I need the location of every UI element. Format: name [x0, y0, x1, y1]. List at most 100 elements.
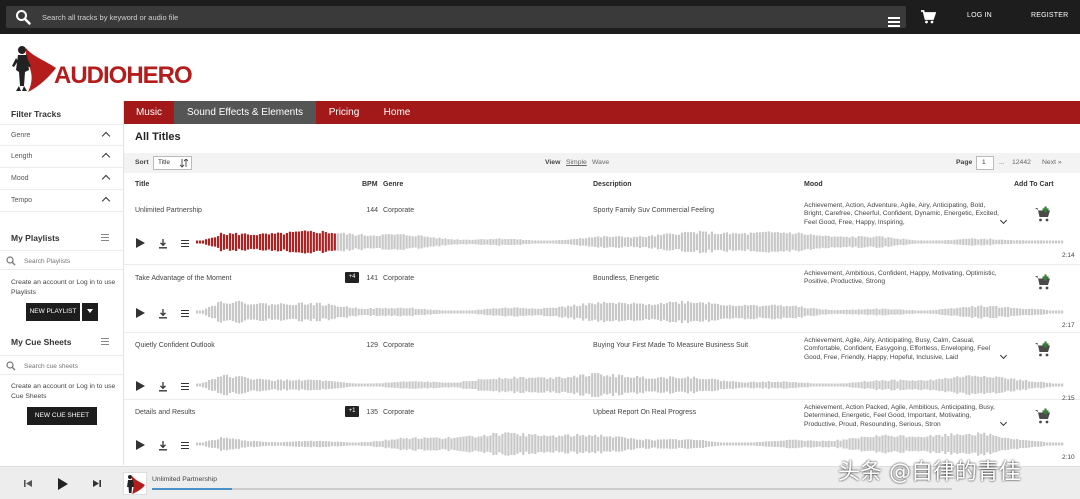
sort-label: Sort [135, 159, 149, 166]
filter-mood[interactable]: Mood [0, 168, 123, 190]
track-row[interactable]: Take Advantage of the Moment +4 141 Corpora… [124, 266, 1080, 333]
track-mood: Achievement, Action Packed, Agile, Ambit… [804, 404, 995, 428]
column-header-title[interactable]: Title [135, 181, 149, 188]
play-icon[interactable] [136, 440, 145, 450]
track-description: Buying Your First Made To Measure Busine… [593, 342, 749, 349]
sort-value: Title [158, 159, 171, 166]
next-page-link[interactable]: Next » [1042, 159, 1062, 166]
cuesheets-search[interactable] [0, 355, 123, 375]
add-to-cart-icon[interactable] [1034, 206, 1052, 222]
filter-label: Genre [11, 132, 31, 139]
add-to-cart-icon[interactable] [1034, 274, 1052, 290]
play-icon[interactable] [136, 308, 145, 318]
chevron-up-icon [101, 131, 111, 141]
audiohero-logo[interactable]: AUDIOHERO [10, 42, 193, 94]
filter-label: Mood [11, 175, 29, 182]
add-to-cart-icon[interactable] [1034, 408, 1052, 424]
download-icon[interactable] [158, 382, 168, 392]
play-icon[interactable] [58, 478, 68, 490]
add-to-cart-icon[interactable] [1034, 341, 1052, 357]
playlists-search[interactable] [0, 250, 123, 270]
column-header-description: Description [593, 181, 632, 188]
caret-down-icon [87, 309, 93, 313]
track-genre: Corporate [383, 342, 415, 349]
cuesheets-note: Create an account or Log in to use Cue S… [11, 383, 116, 400]
download-icon[interactable] [158, 441, 168, 451]
login-link[interactable]: LOG IN [967, 12, 992, 19]
track-duration: 2:10 [1062, 454, 1075, 461]
chevron-up-icon [101, 196, 111, 206]
new-playlist-dropdown-button[interactable] [82, 303, 98, 321]
track-title[interactable]: Details and Results [135, 409, 195, 416]
cart-icon[interactable] [920, 9, 936, 25]
waveform[interactable] [196, 230, 1064, 254]
sort-bar: Sort Title View Simple Wave Page 1 ... 1… [124, 153, 1080, 173]
filter-tempo[interactable]: Tempo [0, 190, 123, 212]
next-track-icon[interactable] [92, 479, 101, 488]
new-cue-sheet-button[interactable]: NEW CUE SHEET [27, 407, 97, 425]
register-link[interactable]: REGISTER [1031, 12, 1068, 19]
new-playlist-button[interactable]: NEW PLAYLIST [26, 303, 80, 321]
search-icon [6, 361, 16, 371]
download-icon[interactable] [158, 309, 168, 319]
chevron-up-icon [101, 152, 111, 162]
filter-label: Length [11, 153, 33, 160]
filter-genre[interactable]: Genre [0, 124, 123, 146]
filter-length[interactable]: Length [0, 146, 123, 168]
search-icon[interactable] [15, 9, 31, 25]
playlists-search-input[interactable] [24, 255, 114, 267]
track-duration: 2:17 [1062, 322, 1075, 329]
track-row[interactable]: Quietly Confident Outlook 129 Corporate Buy… [124, 333, 1080, 402]
view-wave-link[interactable]: Wave [592, 159, 609, 166]
hamburger-menu-icon[interactable] [888, 17, 900, 27]
tab-sound-effects[interactable]: Sound Effects & Elements [174, 101, 316, 124]
sort-select[interactable]: Title [153, 156, 192, 170]
track-mood: Achievement, Action, Adventure, Agile, A… [804, 202, 999, 226]
playlists-menu-icon[interactable] [101, 234, 109, 241]
search-input[interactable] [42, 10, 862, 24]
play-icon[interactable] [136, 238, 145, 248]
top-bar: LOG IN REGISTER [0, 0, 1080, 34]
superhero-thumbnail-icon [127, 475, 145, 494]
filter-label: Tempo [11, 197, 33, 204]
track-genre: Corporate [383, 275, 415, 282]
track-title[interactable]: Take Advantage of the Moment [135, 275, 232, 282]
tab-music[interactable]: Music [124, 101, 174, 124]
sidebar: Filter Tracks Genre Length Mood Tempo My… [0, 101, 124, 465]
my-playlists-title: My Playlists [11, 233, 60, 243]
track-mood: Achievement, Agile, Airy, Anticipating, … [804, 337, 991, 361]
page-total[interactable]: 12442 [1012, 159, 1031, 166]
previous-track-icon[interactable] [24, 479, 33, 488]
tab-home[interactable]: Home [372, 101, 422, 124]
track-genre: Corporate [383, 409, 415, 416]
search-box[interactable] [6, 6, 906, 28]
page-label: Page [956, 159, 973, 166]
player-progress-bar[interactable] [152, 488, 952, 490]
column-header-mood: Mood [804, 181, 823, 188]
add-to-playlist-icon[interactable] [181, 310, 189, 317]
play-icon[interactable] [136, 381, 145, 391]
waveform[interactable] [196, 300, 1064, 324]
track-title[interactable]: Quietly Confident Outlook [135, 342, 215, 349]
download-icon[interactable] [158, 239, 168, 249]
waveform[interactable] [196, 373, 1064, 397]
track-mood: Achievement, Ambitious, Confident, Happy… [804, 270, 997, 286]
add-to-playlist-icon[interactable] [181, 240, 189, 247]
chevron-up-icon [101, 174, 111, 184]
column-header-genre[interactable]: Genre [383, 181, 403, 188]
track-description: Boundless, Energetic [593, 275, 660, 282]
page-number-input[interactable]: 1 [976, 156, 994, 170]
view-simple-link[interactable]: Simple [566, 159, 587, 166]
track-bpm: 144 [366, 207, 378, 214]
track-title[interactable]: Unlimited Partnership [135, 207, 202, 214]
cuesheets-search-input[interactable] [24, 360, 114, 372]
track-duration: 2:14 [1062, 252, 1075, 259]
cuesheets-menu-icon[interactable] [101, 338, 109, 345]
waveform[interactable] [196, 432, 1064, 456]
track-row[interactable]: Unlimited Partnership 144 Corporate Sporty … [124, 198, 1080, 265]
add-to-playlist-icon[interactable] [181, 383, 189, 390]
column-header-bpm[interactable]: BPM [362, 181, 378, 188]
now-playing-title: Unlimited Partnership [152, 476, 217, 483]
tab-pricing[interactable]: Pricing [318, 101, 370, 124]
add-to-playlist-icon[interactable] [181, 442, 189, 449]
